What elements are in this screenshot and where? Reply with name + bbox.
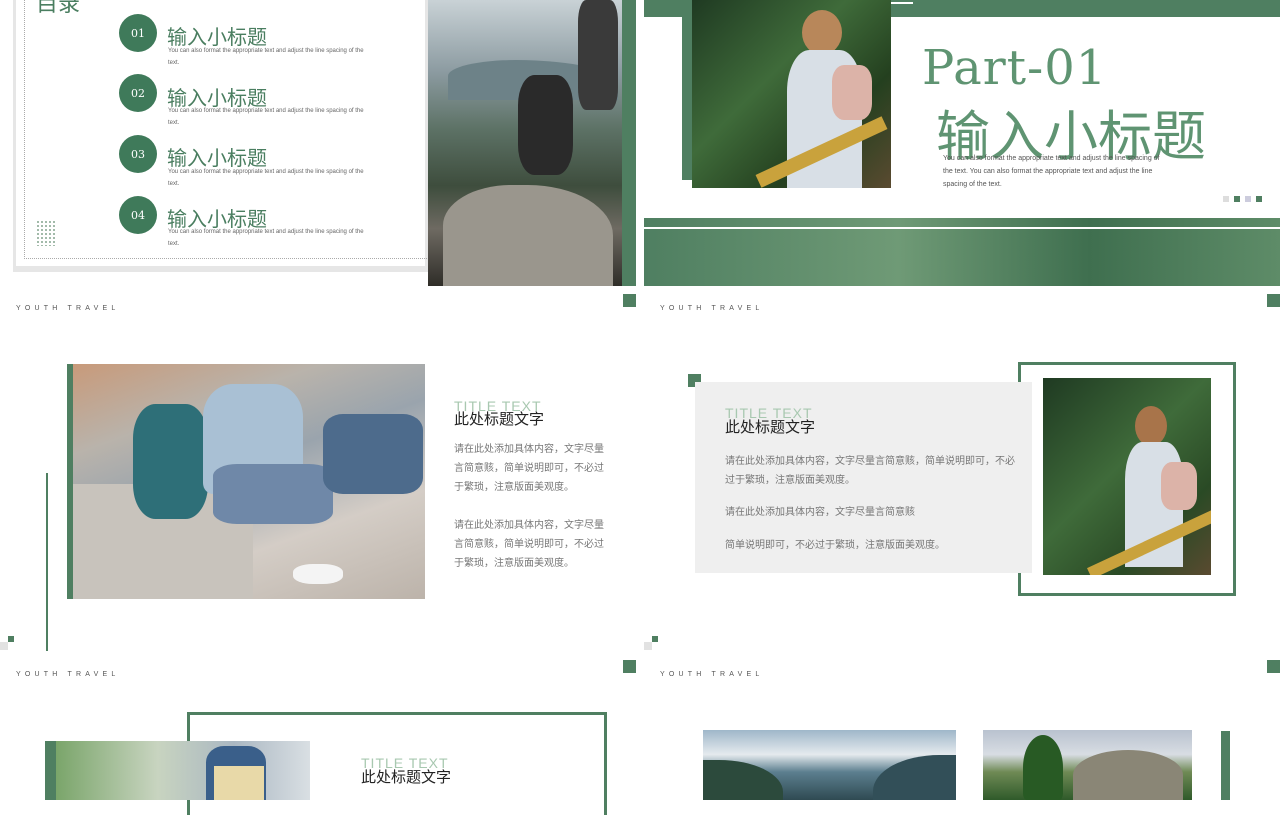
corner-mini-squares bbox=[644, 636, 658, 650]
photo-girl-on-steps bbox=[73, 364, 425, 599]
part-number: Part-01 bbox=[922, 40, 1108, 96]
toc-number-03: 03 bbox=[119, 135, 157, 173]
photo-girl-backpack-jungle bbox=[692, 0, 891, 188]
section-paragraph-3: 简单说明即可，不必过于繁琐，注意版面美观度。 bbox=[725, 540, 945, 551]
right-green-bar bbox=[1221, 731, 1230, 800]
toc-item-desc-02: You can also format the appropriate text… bbox=[168, 108, 364, 126]
brand-label-right-2: YOUTH TRAVEL bbox=[660, 671, 764, 678]
toc-green-bar bbox=[622, 0, 636, 286]
corner-mini-squares bbox=[0, 636, 14, 650]
toc-item-desc-01: You can also format the appropriate text… bbox=[168, 48, 364, 66]
photo-frame-green bbox=[682, 0, 692, 180]
brand-label-left-1: YOUTH TRAVEL bbox=[16, 305, 120, 312]
photo-girl-jungle-rail bbox=[1043, 378, 1211, 575]
brand-label-left-2: YOUTH TRAVEL bbox=[16, 671, 120, 678]
toc-number-01: 01 bbox=[119, 14, 157, 52]
toc-number-02: 02 bbox=[119, 74, 157, 112]
section-title: 此处标题文字 bbox=[725, 419, 816, 436]
photo-hikers-on-rock bbox=[428, 0, 622, 286]
toc-number-04: 04 bbox=[119, 196, 157, 234]
photo-accent-bar bbox=[45, 741, 56, 800]
corner-square-1 bbox=[623, 294, 636, 307]
corner-square-2 bbox=[1267, 294, 1280, 307]
bottom-white-line bbox=[644, 227, 1280, 229]
section-paragraph-2: 请在此处添加具体内容，文字尽量言简意赅 bbox=[725, 507, 915, 518]
slide-content-3: TITLE TEXT 此处标题文字 bbox=[0, 684, 636, 815]
section-paragraph-2: 请在此处添加具体内容，文字尽量言简意赅，简单说明即可，不必过于繁琐，注意版面美观… bbox=[454, 520, 604, 569]
photo-girl-with-map bbox=[56, 741, 310, 800]
corner-square-3 bbox=[623, 660, 636, 673]
slide-toc: 目录 01 输入小标题 You can also format the appr… bbox=[0, 0, 636, 286]
section-paragraph-1: 请在此处添加具体内容，文字尽量言简意赅，简单说明即可，不必过于繁琐，注意版面美观… bbox=[725, 456, 1015, 486]
part-desc: You can also format the appropriate text… bbox=[943, 155, 1160, 188]
section-title: 此处标题文字 bbox=[454, 411, 545, 428]
indicator-dots bbox=[1223, 196, 1263, 202]
toc-item-desc-03: You can also format the appropriate text… bbox=[168, 169, 364, 187]
brand-label-right-1: YOUTH TRAVEL bbox=[660, 305, 764, 312]
dot-grid-decoration bbox=[36, 220, 56, 246]
left-vertical-line bbox=[46, 473, 48, 651]
slide-content-1: TITLE TEXT 此处标题文字 请在此处添加具体内容，文字尽量言简意赅，简单… bbox=[0, 318, 636, 653]
corner-square-4 bbox=[1267, 660, 1280, 673]
toc-item-desc-04: You can also format the appropriate text… bbox=[168, 229, 364, 247]
slide-part-01: Part-01 输入小标题 You can also format the ap… bbox=[644, 0, 1280, 286]
section-paragraph-1: 请在此处添加具体内容，文字尽量言简意赅，简单说明即可，不必过于繁琐，注意版面美观… bbox=[454, 444, 604, 493]
slide-content-2: TITLE TEXT 此处标题文字 请在此处添加具体内容，文字尽量言简意赅，简单… bbox=[644, 318, 1280, 653]
photo-mountain-valley bbox=[703, 730, 956, 800]
photo-forest-rock bbox=[983, 730, 1192, 800]
section-title: 此处标题文字 bbox=[361, 769, 452, 786]
slide-content-4 bbox=[644, 684, 1280, 800]
toc-heading: 目录 bbox=[36, 0, 81, 17]
